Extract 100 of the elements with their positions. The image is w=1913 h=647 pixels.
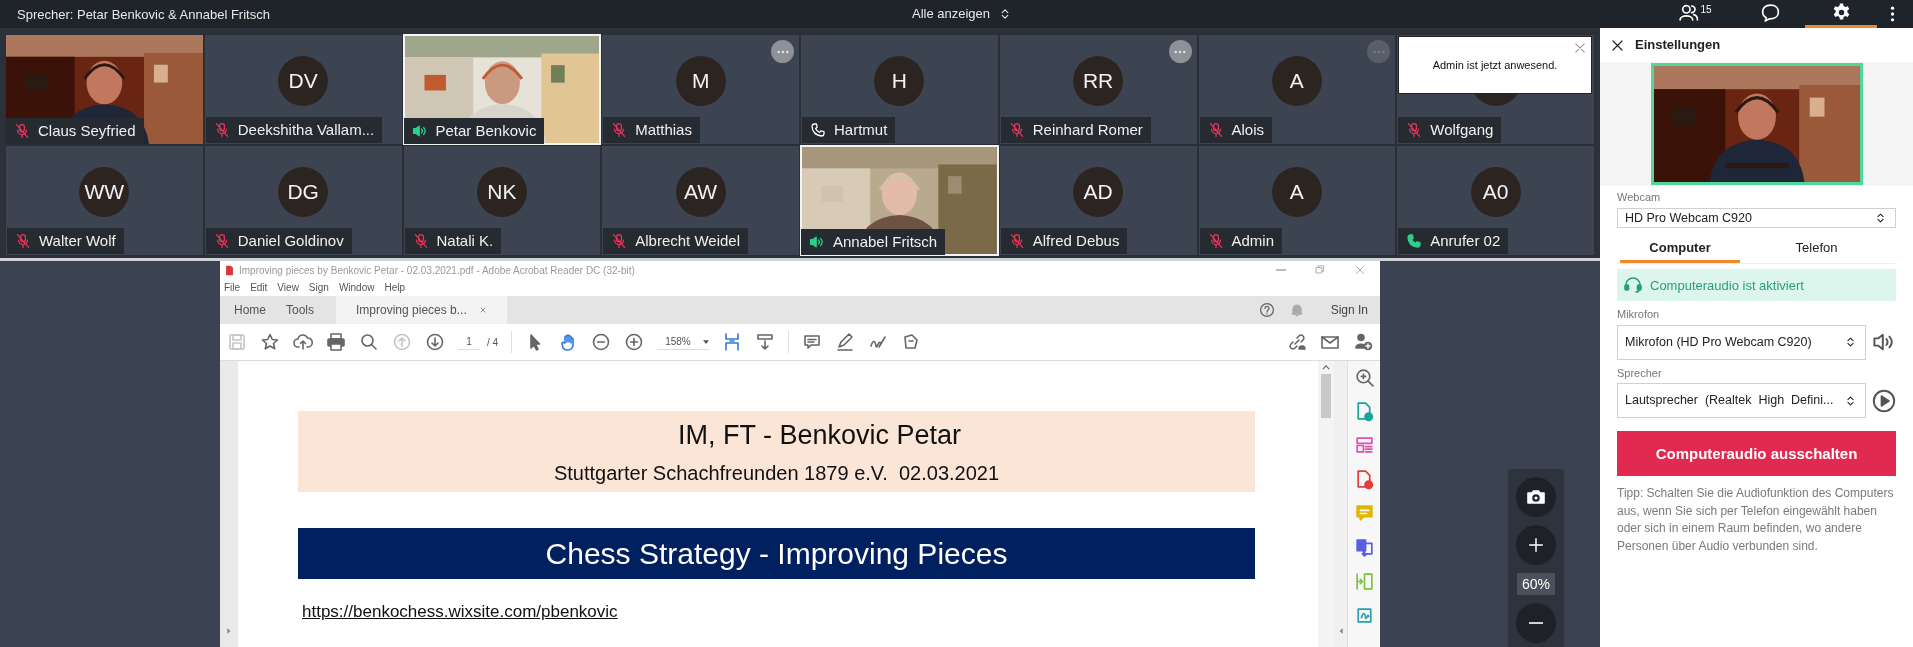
screenshot-button[interactable] [1516, 477, 1556, 517]
link-icon[interactable] [1287, 332, 1307, 352]
menu-item[interactable]: File [224, 280, 241, 295]
menu-item[interactable]: Help [384, 280, 406, 295]
participant-name: Anrufer 02 [1430, 230, 1501, 251]
menu-item[interactable]: View [277, 280, 299, 295]
participant-name: Deekshitha Vallam... [237, 119, 375, 140]
menu-item[interactable]: Edit [250, 280, 268, 295]
muted-mic-icon [213, 233, 230, 249]
avatar: AW [675, 167, 726, 217]
avatar: A0 [1470, 167, 1521, 217]
muted-mic-icon [213, 122, 230, 138]
cloud-upload-icon[interactable] [293, 332, 313, 352]
participant-name: Matthias [635, 119, 692, 140]
participant-name: Wolfgang [1430, 119, 1494, 140]
star-icon[interactable] [260, 332, 280, 352]
notification-text: Admin ist jetzt anwesend. [1432, 57, 1558, 73]
document-heading: Chess Strategy - Improving Pieces [545, 536, 1008, 572]
audio-tab[interactable]: Telefon [1740, 235, 1893, 264]
muted-mic-icon [412, 233, 429, 249]
speaker-icon [809, 234, 825, 250]
dropdown-caret-icon [703, 339, 710, 344]
phone-icon [1406, 233, 1423, 249]
avatar: A [1271, 56, 1322, 106]
participants-tab[interactable]: 15 [1655, 0, 1735, 28]
avatar: H [874, 56, 925, 106]
muted-mic-icon [15, 233, 31, 249]
field-label: Sprecher [1617, 365, 1663, 381]
panel-title: Einstellungen [1635, 36, 1721, 55]
participant-name: Reinhard Romer [1032, 119, 1143, 140]
expand-panel-icon[interactable] [225, 627, 233, 635]
menu-item[interactable]: Sign [308, 280, 329, 295]
muted-mic-icon [1207, 122, 1224, 138]
disable-audio-button[interactable]: Computeraudio ausschalten [1617, 431, 1896, 477]
participant-name: Admin [1231, 230, 1275, 251]
sign-in-button[interactable]: Sign In [1318, 296, 1380, 324]
document-subtitle: Stuttgarter Schachfreunden 1879 e.V. 02.03.2021 [553, 460, 1000, 486]
collapse-panel-icon[interactable] [1336, 627, 1345, 635]
audio-tab[interactable]: Computer [1620, 235, 1740, 264]
comment-icon[interactable] [802, 332, 823, 352]
menu-item[interactable]: Window [338, 280, 375, 295]
help-icon[interactable] [1258, 302, 1275, 318]
view-selector[interactable]: Alle anzeigen [911, 4, 1013, 24]
search-icon[interactable] [359, 332, 379, 352]
camera-icon [1526, 487, 1546, 507]
organize-pages-icon[interactable] [1353, 435, 1375, 456]
minus-icon [1529, 622, 1543, 624]
participant-name: Albrecht Weidel [635, 230, 741, 251]
field-label: Webcam [1617, 190, 1662, 205]
phone-icon [810, 122, 826, 138]
zoom-in-button[interactable] [1516, 525, 1556, 565]
magnifier-icon[interactable] [1353, 367, 1375, 388]
avatar: DG [278, 167, 329, 217]
muted-mic-icon [611, 233, 628, 249]
speaker-info: Sprecher: Petar Benkovic & Annabel Fritsch [17, 7, 270, 22]
zoom-field[interactable]: 158% [657, 334, 710, 350]
participant-name: Hartmut [834, 119, 888, 140]
add-user-icon[interactable] [1353, 332, 1373, 352]
status-text: Computeraudio ist aktiviert [1650, 276, 1804, 295]
kebab-menu-icon [1889, 5, 1895, 23]
plus-icon [1527, 536, 1545, 554]
print-icon[interactable] [326, 332, 346, 352]
tip-text: Tipp: Schalten Sie die Audiofunktion des Computers aus, wenn Sie sich per Telefon eingewählt haben oder sich in einem Raum befinden, wo andere Personen über Audio verbunden sind. [1617, 485, 1895, 555]
page-down-icon[interactable] [425, 332, 445, 352]
highlighter-icon[interactable] [835, 332, 856, 352]
chat-icon [1759, 2, 1781, 23]
participant-name: Alfred Debus [1032, 230, 1120, 251]
participant-name: Walter Wolf [39, 230, 116, 251]
document-tab[interactable]: Home [224, 296, 276, 324]
more-button[interactable] [771, 40, 794, 63]
document-tab[interactable]: Improving pieces b... [336, 296, 507, 324]
microphone-select[interactable]: Mikrofon (HD Pro Webcam C920) [1617, 324, 1866, 360]
participants-icon [1678, 2, 1700, 23]
zoom-out-icon[interactable] [591, 332, 612, 352]
window-title: Improving pieces by Benkovic Petar - 02.03.2021.pdf - Adobe Acrobat Reader DC (32-bit) [239, 263, 636, 278]
scrollbar[interactable] [1318, 361, 1334, 647]
avatar: RR [1073, 56, 1124, 106]
page-number-field[interactable]: 1 [458, 334, 480, 350]
avatar: A [1271, 167, 1322, 217]
webcam-select[interactable]: HD Pro Webcam C920 [1617, 207, 1896, 229]
field-label: Mikrofon [1617, 307, 1661, 323]
ellipsis-icon [1174, 49, 1186, 54]
pdf-file-icon [224, 263, 235, 277]
speaker-select[interactable]: Lautsprecher (Realtek High Defini... [1617, 383, 1866, 419]
document-link[interactable]: https://benkochess.wixsite.com/pbenkovic [302, 599, 618, 625]
play-icon[interactable] [1872, 388, 1896, 413]
zoom-in-icon[interactable] [624, 332, 645, 352]
combine-files-icon[interactable] [1353, 537, 1375, 558]
scroll-thumb[interactable] [1321, 374, 1331, 418]
headset-icon [1623, 275, 1643, 296]
avatar: NK [476, 167, 527, 217]
document-tab[interactable]: Tools [276, 296, 325, 324]
participant-name: Natali K. [436, 230, 494, 251]
scroll-up-icon[interactable] [1322, 365, 1330, 370]
scroll-mode-icon[interactable] [755, 332, 776, 352]
ellipsis-icon [776, 49, 789, 54]
muted-mic-icon [1406, 122, 1423, 138]
avatar: M [675, 56, 726, 106]
participant-name: Claus Seyfried [38, 120, 136, 141]
more-button[interactable] [1168, 40, 1192, 63]
